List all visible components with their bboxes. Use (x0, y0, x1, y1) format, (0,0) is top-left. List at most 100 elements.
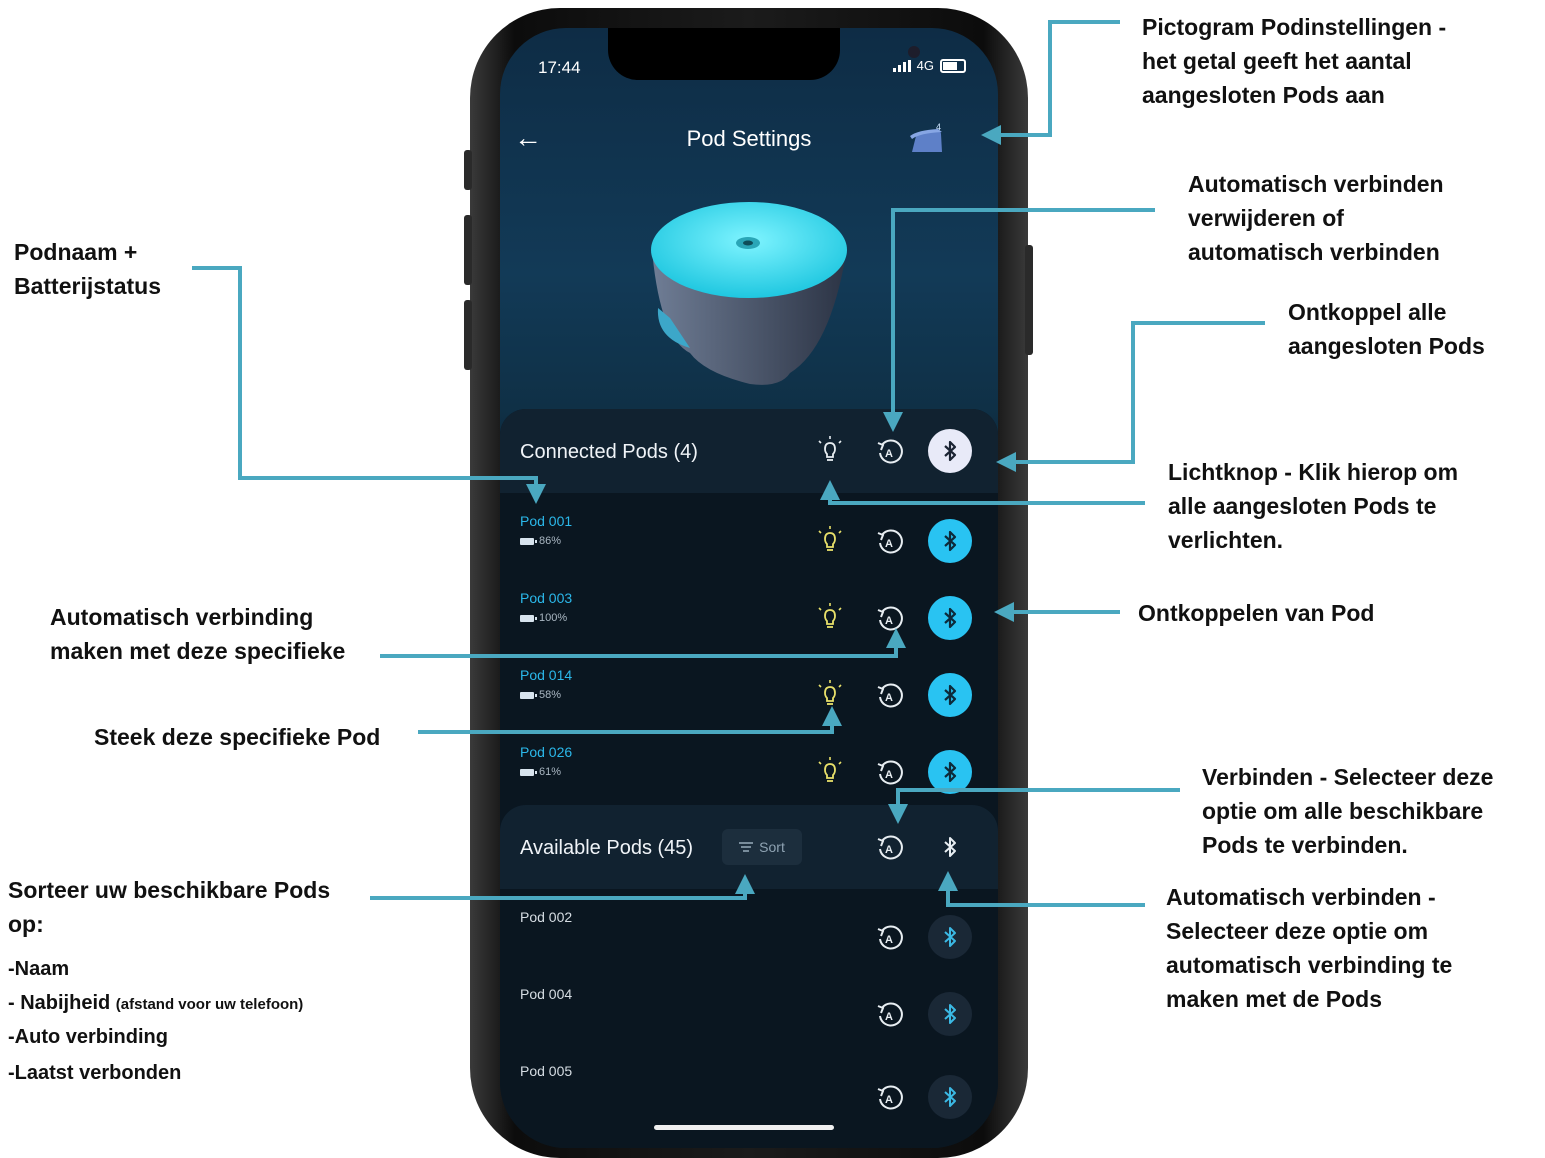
available-pod-row[interactable]: Pod 004 A (500, 976, 998, 1053)
connect-all-button[interactable] (928, 825, 972, 869)
auto-connect-pod-button[interactable]: A (868, 596, 912, 640)
auto-connect-pod-button[interactable]: A (868, 673, 912, 717)
lightbulb-icon (818, 436, 842, 461)
auto-connect-available-button[interactable]: A (868, 825, 912, 869)
battery-status: 86% (520, 535, 561, 547)
sort-label: Sort (759, 839, 785, 855)
battery-percent: 100% (539, 612, 568, 624)
connected-pod-row[interactable]: Pod 003 100% A (500, 580, 998, 657)
auto-connect-pod-button[interactable]: A (868, 1075, 912, 1119)
connected-pods-section: Connected Pods (4) A Pod 001 86% A Pod 0… (500, 409, 998, 829)
annotation-auto-connect-all: Automatisch verbinden verwijderen of aut… (1188, 171, 1444, 265)
disconnect-all-button[interactable] (928, 429, 972, 473)
volume-up-button (464, 215, 472, 285)
light-pod-button[interactable] (808, 519, 852, 563)
sort-button[interactable]: Sort (722, 829, 802, 865)
disconnect-pod-button[interactable] (928, 673, 972, 717)
battery-icon (520, 768, 537, 776)
svg-text:A: A (885, 844, 893, 856)
battery-icon (520, 691, 537, 699)
connect-pod-button[interactable] (928, 1075, 972, 1119)
annotation-light-button: Lichtknop - Klik hierop om alle aangeslo… (1168, 459, 1459, 553)
status-time: 17:44 (538, 58, 581, 77)
disconnect-pod-button[interactable] (928, 750, 972, 794)
pod-device-image (651, 202, 847, 385)
network-label: 4G (916, 58, 934, 73)
auto-connect-all-button[interactable]: A (868, 429, 912, 473)
auto-connect-pod-button[interactable]: A (868, 519, 912, 563)
battery-status: 100% (520, 612, 567, 624)
disconnect-pod-button[interactable] (928, 596, 972, 640)
pod-settings-icon[interactable]: 4 (908, 122, 946, 156)
pod-name: Pod 004 (520, 986, 573, 1002)
battery-percent: 86% (539, 535, 562, 547)
available-pods-header: Available Pods (45) Sort A (500, 805, 998, 889)
annotation-disconnect-pod: Ontkoppelen van Pod (1138, 600, 1375, 626)
status-indicators: 4G (892, 58, 966, 73)
sort-proximity-label: - Nabijheid (8, 992, 111, 1014)
battery-icon (520, 614, 537, 622)
lightbulb-icon (818, 603, 842, 628)
connected-pods-title: Connected Pods (4) (520, 441, 698, 463)
annotation-pod-name-battery: Podnaam + Batterijstatus (14, 239, 161, 299)
auto-connect-icon: A (877, 439, 903, 464)
connect-pod-button[interactable] (928, 915, 972, 959)
auto-connect-icon: A (877, 1002, 903, 1027)
notch (608, 28, 920, 80)
battery-status: 58% (520, 689, 561, 701)
battery-status: 61% (520, 766, 561, 778)
auto-connect-pod-button[interactable]: A (868, 915, 912, 959)
power-button (1025, 245, 1033, 355)
light-pod-button[interactable] (808, 750, 852, 794)
light-pod-button[interactable] (808, 673, 852, 717)
light-pod-button[interactable] (808, 596, 852, 640)
pod-name: Pod 003 (520, 590, 573, 606)
available-pods-title: Available Pods (45) (520, 837, 694, 859)
bluetooth-icon (944, 1087, 956, 1107)
battery-percent: 61% (539, 766, 562, 778)
camera (908, 46, 920, 58)
svg-text:A: A (885, 448, 893, 460)
auto-connect-icon: A (877, 925, 903, 950)
pod-name: Pod 002 (520, 909, 573, 925)
svg-text:A: A (885, 1011, 893, 1023)
battery-icon (940, 58, 966, 73)
annotation-pod-settings-icon: Pictogram Podinstellingen - het getal ge… (1142, 14, 1447, 108)
connected-pods-header: Connected Pods (4) A (500, 409, 998, 493)
svg-text:A: A (885, 769, 893, 781)
volume-down-button (464, 300, 472, 370)
auto-connect-pod-button[interactable]: A (868, 750, 912, 794)
line-disconnect-all (996, 321, 1265, 472)
available-pod-row[interactable]: Pod 005 A (500, 1053, 998, 1130)
disconnect-pod-button[interactable] (928, 519, 972, 563)
annotation-auto-connect-available: Automatisch verbinden - Selecteer deze o… (1166, 884, 1453, 1012)
auto-connect-pod-button[interactable]: A (868, 992, 912, 1036)
svg-text:A: A (885, 538, 893, 550)
sort-proximity-note: (afstand voor uw telefoon) (115, 996, 304, 1013)
svg-text:A: A (885, 615, 893, 627)
auto-connect-icon: A (877, 760, 903, 785)
bluetooth-icon (944, 761, 957, 783)
auto-connect-icon: A (877, 1085, 903, 1110)
annotation-disconnect-all: Ontkoppel alle aangesloten Pods (1288, 299, 1485, 359)
light-all-button[interactable] (808, 429, 852, 473)
connected-pod-row[interactable]: Pod 014 58% A (500, 657, 998, 734)
svg-text:A: A (885, 934, 893, 946)
auto-connect-icon: A (877, 529, 903, 554)
svg-text:A: A (885, 692, 893, 704)
connected-pod-row[interactable]: Pod 001 86% A (500, 503, 998, 580)
annotation-auto-connect-specific: Automatisch verbinding maken met deze sp… (50, 604, 346, 664)
auto-connect-icon: A (877, 683, 903, 708)
annotation-sort-name: -Naam (8, 958, 70, 980)
pod-name: Pod 014 (520, 667, 573, 683)
pod-count-badge: 4 (936, 122, 941, 132)
connect-pod-button[interactable] (928, 992, 972, 1036)
connected-pod-row[interactable]: Pod 026 61% A (500, 734, 998, 811)
available-pods-section: Available Pods (45) Sort A Pod 002 A Pod… (500, 805, 998, 1148)
annotation-sort-auto: -Auto verbinding (8, 1026, 168, 1048)
available-pod-row[interactable]: Pod 002 A (500, 899, 998, 976)
phone-screen: 17:44 4G ← Pod Settings 4 Connected Pods… (500, 28, 998, 1148)
signal-icon (892, 59, 911, 72)
bluetooth-icon (944, 927, 956, 947)
pod-name: Pod 005 (520, 1063, 573, 1079)
